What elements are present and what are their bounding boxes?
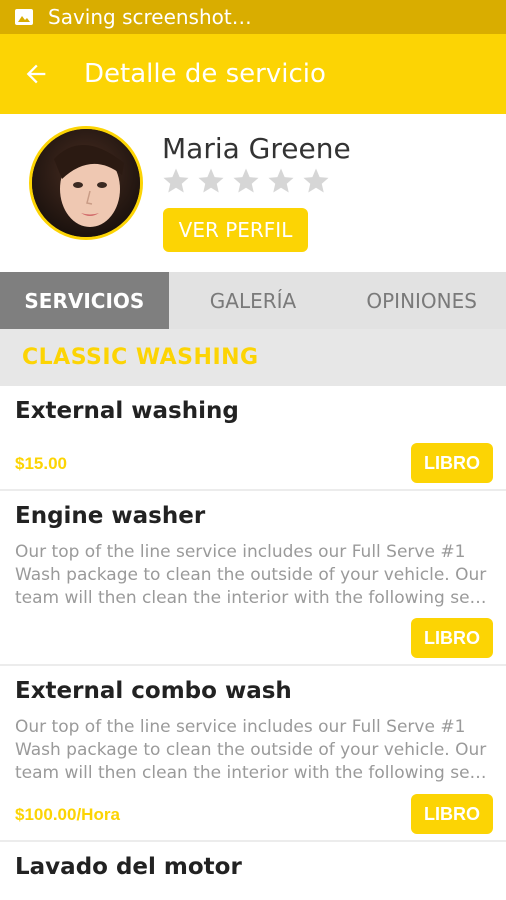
category-header: CLASSIC WASHING	[0, 329, 506, 386]
service-item[interactable]: External washing $15.00 LIBRO	[0, 386, 506, 491]
image-icon	[15, 9, 33, 25]
profile-header: Maria Greene VER PERFIL	[0, 114, 506, 272]
service-price: $100.00/Hora	[15, 805, 120, 824]
book-button[interactable]: LIBRO	[411, 618, 493, 658]
description-line: Our top of the line service includes our…	[15, 717, 466, 737]
description-line: Wash package to clean the outside of you…	[15, 740, 487, 760]
description-line: team will then clean the interior with t…	[15, 588, 493, 608]
description-line: Wash package to clean the outside of you…	[15, 565, 487, 585]
rating-stars[interactable]	[161, 166, 336, 196]
star-icon	[233, 168, 259, 193]
service-description: Our top of the line service includes our…	[15, 541, 493, 610]
status-text: Saving screenshot…	[48, 5, 252, 29]
status-bar: Saving screenshot…	[0, 0, 506, 34]
service-title: External washing	[15, 398, 239, 424]
star-icon	[303, 168, 329, 193]
tab-galeria[interactable]: GALERÍA	[169, 272, 338, 329]
tab-servicios[interactable]: SERVICIOS	[0, 272, 169, 329]
service-price: $15.00	[15, 454, 67, 473]
tab-bar: SERVICIOS GALERÍA OPINIONES	[0, 272, 506, 329]
app-bar: Detalle de servicio	[0, 34, 506, 114]
service-title: External combo wash	[15, 678, 292, 704]
star-icon	[198, 168, 224, 193]
view-profile-button[interactable]: VER PERFIL	[163, 208, 308, 252]
tab-opiniones[interactable]: OPINIONES	[337, 272, 506, 329]
description-line: team will then clean the interior with t…	[15, 763, 493, 783]
avatar-photo	[32, 129, 140, 237]
service-description: Our top of the line service includes our…	[15, 716, 493, 785]
service-item[interactable]: Lavado del motor	[0, 842, 506, 900]
service-item[interactable]: External combo wash Our top of the line …	[0, 666, 506, 842]
profile-name: Maria Greene	[162, 132, 351, 165]
service-item[interactable]: Engine washer Our top of the line servic…	[0, 491, 506, 666]
star-icon	[163, 168, 189, 193]
arrow-back-icon	[26, 64, 46, 84]
star-icon	[268, 168, 294, 193]
service-title: Lavado del motor	[15, 854, 242, 880]
book-button[interactable]: LIBRO	[411, 794, 493, 834]
book-button[interactable]: LIBRO	[411, 443, 493, 483]
category-title: CLASSIC WASHING	[22, 345, 259, 370]
description-line: Our top of the line service includes our…	[15, 542, 466, 562]
page-title: Detalle de servicio	[84, 59, 326, 89]
back-button[interactable]	[0, 34, 72, 114]
avatar[interactable]	[29, 126, 143, 240]
service-title: Engine washer	[15, 503, 206, 529]
